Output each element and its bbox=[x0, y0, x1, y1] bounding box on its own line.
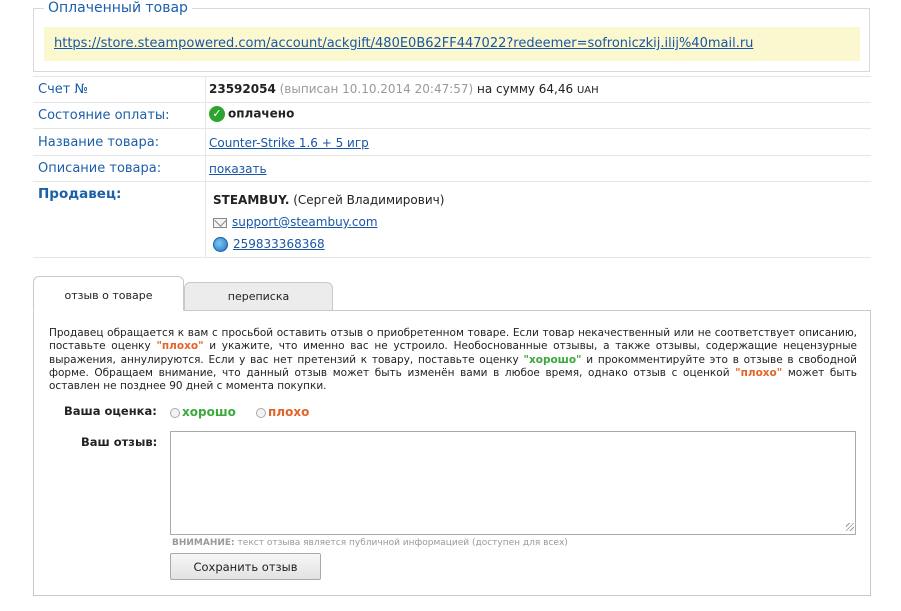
invoice-number: 23592054 bbox=[209, 82, 276, 96]
tab-correspondence[interactable]: переписка bbox=[184, 282, 333, 311]
notice-good-word: "хорошо" bbox=[523, 353, 582, 366]
description-label: Описание товара: bbox=[38, 161, 162, 176]
invoice-currency: UAH bbox=[576, 85, 599, 96]
seller-email-line: support@steambuy.com bbox=[213, 211, 444, 233]
seller-row: Продавец: STEAMBUY. (Сергей Владимирович… bbox=[33, 181, 871, 258]
resize-grip-icon[interactable] bbox=[846, 523, 854, 531]
review-textarea[interactable] bbox=[170, 431, 856, 535]
redeem-link[interactable]: https://store.steampowered.com/account/a… bbox=[54, 36, 753, 51]
review-notice: Продавец обращается к вам с просьбой ост… bbox=[49, 327, 857, 393]
rating-bad-radio[interactable] bbox=[256, 407, 266, 418]
rating-bad-label: плохо bbox=[268, 405, 310, 419]
rating-good-option[interactable]: хорошо bbox=[170, 405, 236, 419]
notice-bad-word-2: "плохо" bbox=[735, 366, 783, 379]
seller-info: STEAMBUY. (Сергей Владимирович) support@… bbox=[213, 189, 444, 255]
check-circle-icon: ✓ bbox=[209, 106, 225, 122]
invoice-sum: на сумму 64,46 bbox=[477, 82, 574, 96]
warning-text: текст отзыва является публичной информац… bbox=[237, 538, 568, 548]
invoice-value: 23592054 (выписан 10.10.2014 20:47:57) н… bbox=[209, 82, 599, 96]
notice-bad-word: "плохо" bbox=[156, 340, 204, 353]
invoice-row: Счет № 23592054 (выписан 10.10.2014 20:4… bbox=[33, 76, 871, 102]
rating-label: Ваша оценка: bbox=[64, 404, 157, 418]
public-warning: ВНИМАНИЕ: текст отзыва является публично… bbox=[172, 538, 568, 548]
paid-product-link-area: https://store.steampowered.com/account/a… bbox=[44, 27, 860, 61]
paid-product-legend: Оплаченный товар bbox=[44, 0, 192, 16]
payment-row: Состояние оплаты: ✓ оплачено bbox=[33, 102, 871, 128]
seller-name: STEAMBUY. bbox=[213, 193, 290, 207]
payment-value: ✓ оплачено bbox=[209, 106, 294, 122]
description-show-link[interactable]: показать bbox=[209, 162, 267, 176]
seller-person: (Сергей Владимирович) bbox=[293, 193, 445, 207]
seller-name-line: STEAMBUY. (Сергей Владимирович) bbox=[213, 189, 444, 211]
seller-wmid-link[interactable]: 259833368368 bbox=[233, 237, 325, 251]
product-label: Название товара: bbox=[38, 135, 160, 150]
invoice-label: Счет № bbox=[38, 82, 88, 97]
tab-review[interactable]: отзыв о товаре bbox=[33, 276, 184, 311]
seller-email-link[interactable]: support@steambuy.com bbox=[232, 215, 378, 229]
review-text-label: Ваш отзыв: bbox=[81, 435, 158, 449]
payment-label: Состояние оплаты: bbox=[38, 108, 170, 123]
rating-bad-option[interactable]: плохо bbox=[256, 405, 309, 419]
product-name-link[interactable]: Counter-Strike 1.6 + 5 игр bbox=[209, 136, 369, 150]
invoice-issued: (выписан 10.10.2014 20:47:57) bbox=[279, 82, 474, 96]
payment-status: оплачено bbox=[228, 106, 295, 121]
envelope-icon bbox=[213, 217, 227, 228]
webmoney-globe-icon bbox=[213, 237, 228, 252]
save-review-button[interactable]: Сохранить отзыв bbox=[170, 553, 321, 580]
seller-wmid-line: 259833368368 bbox=[213, 233, 444, 255]
description-row: Описание товара: показать bbox=[33, 155, 871, 181]
warning-bold: ВНИМАНИЕ: bbox=[172, 538, 235, 548]
review-panel: Продавец обращается к вам с просьбой ост… bbox=[33, 310, 871, 596]
seller-label: Продавец: bbox=[38, 186, 122, 202]
rating-good-radio[interactable] bbox=[170, 407, 180, 418]
product-row: Название товара: Counter-Strike 1.6 + 5 … bbox=[33, 128, 871, 155]
rating-good-label: хорошо bbox=[182, 405, 236, 419]
